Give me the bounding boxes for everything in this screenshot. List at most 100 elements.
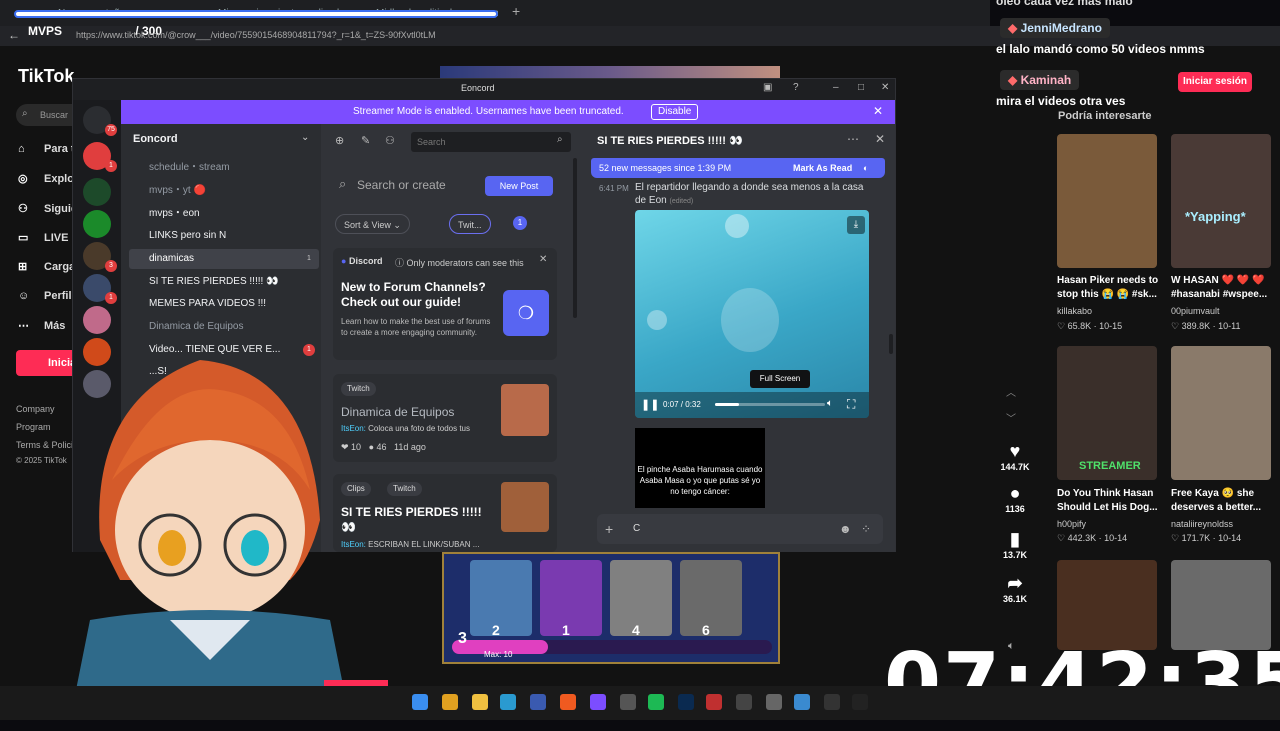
scrollbar[interactable] xyxy=(573,158,577,318)
suggestion-title[interactable]: Free Kaya 🥺 she deserves a better... xyxy=(1171,487,1275,515)
suggestion-author[interactable]: h00pify xyxy=(1057,519,1086,529)
video-attachment[interactable]: El pinche Asaba Harumasa cuando Asaba Ma… xyxy=(635,428,765,508)
full-screen-tooltip: Full Screen xyxy=(750,370,810,388)
fullscreen-icon[interactable]: ⛶ xyxy=(847,397,855,412)
post-title[interactable]: SI TE RIES PIERDES !!!!! 👀 xyxy=(341,505,491,535)
scrollbar[interactable] xyxy=(889,334,893,354)
new-tab-icon[interactable]: + xyxy=(512,3,520,19)
channel-item[interactable]: LINKS pero sin N xyxy=(129,226,319,246)
url-text[interactable]: https://www.tiktok.com/@crow___/video/75… xyxy=(76,30,436,40)
video-progress-fill xyxy=(715,403,740,406)
server-icon[interactable] xyxy=(83,178,111,206)
forum-post-card[interactable]: Clips Twitch SI TE RIES PIERDES !!!!! 👀 … xyxy=(333,474,557,552)
suggestion-title[interactable]: Hasan Piker needs to stop this 😭 😭 #sk..… xyxy=(1057,274,1161,302)
apps-icon[interactable]: ⁘ xyxy=(861,514,871,544)
mark-as-read-button[interactable]: Mark As Read xyxy=(793,158,852,178)
channel-item[interactable]: SI TE RIES PIERDES !!!!! 👀 xyxy=(129,272,319,292)
suggestion-thumbnail[interactable] xyxy=(1171,346,1271,480)
guide-body: Learn how to make the best use of forums… xyxy=(341,317,491,337)
header-search-input[interactable]: Search xyxy=(411,132,571,152)
scroll-down-icon[interactable]: ﹀ xyxy=(1006,410,1016,425)
title-bar[interactable]: Eoncord ▣ ? – □ ✕ xyxy=(73,79,895,99)
nav-live[interactable]: ▭ LIVE xyxy=(18,231,68,244)
close-icon[interactable]: ✕ xyxy=(539,254,547,265)
file-explorer-icon[interactable] xyxy=(472,694,488,710)
close-icon[interactable]: ✕ xyxy=(873,104,883,118)
maximize-icon[interactable]: □ xyxy=(858,82,864,93)
tag-filter-twitch[interactable]: Twit... xyxy=(449,214,491,234)
pause-icon[interactable]: ❚❚ xyxy=(641,398,659,411)
forum-post-card[interactable]: Twitch Dinamica de Equipos ItsEon: Coloc… xyxy=(333,374,557,462)
scroll-up-icon[interactable]: ︿ xyxy=(1006,384,1016,399)
chevron-down-icon[interactable]: ⌄ xyxy=(301,132,309,143)
app-icon[interactable] xyxy=(794,694,810,710)
footer-program[interactable]: Program xyxy=(16,422,51,432)
bookmark-button[interactable]: ▮ 13.7K xyxy=(996,528,1034,560)
notifications-icon[interactable]: ✎ xyxy=(361,134,370,147)
channel-item[interactable]: mvps・eon xyxy=(129,204,319,224)
comment-button[interactable]: ● 1136 xyxy=(996,482,1034,514)
photoshop-icon[interactable] xyxy=(678,694,694,710)
nav-perfil[interactable]: ☺ Perfil xyxy=(18,290,72,302)
forum-search-input[interactable]: Search or create xyxy=(335,174,475,196)
brave-icon[interactable] xyxy=(560,694,576,710)
nav-cargar[interactable]: ⊞ Cargar xyxy=(18,260,79,273)
emoji-icon[interactable]: ☻ xyxy=(839,514,852,544)
post-thumbnail xyxy=(501,482,549,532)
tiktok-logo[interactable]: TikTok xyxy=(18,66,74,87)
suggestion-author[interactable]: killakabo xyxy=(1057,306,1092,316)
epic-games-icon[interactable] xyxy=(852,694,868,710)
sort-view-dropdown[interactable]: Sort & View ⌄ xyxy=(335,214,410,234)
new-post-button[interactable]: New Post xyxy=(485,176,553,196)
guide-title[interactable]: New to Forum Channels? Check out our gui… xyxy=(341,280,491,310)
download-icon[interactable]: ⤓ xyxy=(847,216,865,234)
windows-start-icon[interactable] xyxy=(412,694,428,710)
nav-para-ti[interactable]: ⌂ Para ti xyxy=(18,143,78,155)
message-input[interactable]: + C ☻ ⁘ xyxy=(597,514,883,544)
channel-item[interactable]: MEMES PARA VIDEOS !!! xyxy=(129,294,319,314)
copilot-icon[interactable] xyxy=(442,694,458,710)
app-icon[interactable] xyxy=(824,694,840,710)
volume-icon[interactable]: 🔈︎ xyxy=(827,398,833,409)
add-attachment-icon[interactable]: + xyxy=(605,514,613,544)
server-icon[interactable] xyxy=(83,210,111,238)
like-button[interactable]: ♥ 144.7K xyxy=(996,440,1034,472)
store-icon[interactable] xyxy=(530,694,546,710)
app-icon[interactable] xyxy=(706,694,722,710)
new-messages-bar[interactable]: 52 new messages since 1:39 PM Mark As Re… xyxy=(591,158,885,178)
edge-icon[interactable] xyxy=(500,694,516,710)
app-icon[interactable] xyxy=(736,694,752,710)
suggestion-thumbnail[interactable]: STREAMER xyxy=(1057,346,1157,480)
share-button[interactable]: ➦ 36.1K xyxy=(996,572,1034,604)
close-thread-icon[interactable]: ✕ xyxy=(875,132,885,146)
threads-icon[interactable]: ⊕ xyxy=(335,134,344,147)
suggestion-author[interactable]: nataliireynoldss xyxy=(1171,519,1233,529)
channel-item[interactable]: schedule・stream xyxy=(129,158,319,178)
more-options-icon[interactable]: ⋯ xyxy=(847,132,859,146)
suggestion-thumbnail[interactable] xyxy=(1057,134,1157,268)
suggestion-thumbnail[interactable]: *Yapping* xyxy=(1171,134,1271,268)
suggestion-author[interactable]: 00piumvault xyxy=(1171,306,1220,316)
app-icon[interactable] xyxy=(766,694,782,710)
progress-overlay-bar xyxy=(14,10,498,18)
close-icon[interactable]: ✕ xyxy=(881,82,889,93)
video-scrubber[interactable] xyxy=(715,403,825,406)
minimize-icon[interactable]: – xyxy=(833,82,839,93)
footer-company[interactable]: Company xyxy=(16,404,55,414)
help-icon[interactable]: ? xyxy=(793,82,799,93)
server-name[interactable]: Eoncord xyxy=(133,133,178,145)
channel-item[interactable]: mvps・yt 🔴 xyxy=(129,181,319,201)
game-card: 2 xyxy=(470,560,532,638)
members-icon[interactable]: ⚇ xyxy=(385,134,395,147)
disable-button[interactable]: Disable xyxy=(651,104,699,120)
inbox-icon[interactable]: ▣ xyxy=(763,82,772,93)
spotify-icon[interactable] xyxy=(648,694,664,710)
nav-mas[interactable]: ⋯ Más xyxy=(18,319,65,332)
suggestion-title[interactable]: W HASAN ❤️ ❤️ ❤️ #hasanabi #wspee... xyxy=(1171,274,1275,302)
back-icon[interactable]: ← xyxy=(8,28,20,42)
suggestion-title[interactable]: Do You Think Hasan Should Let His Dog... xyxy=(1057,487,1161,515)
discord-icon[interactable] xyxy=(590,694,606,710)
app-icon[interactable] xyxy=(620,694,636,710)
header-login-button[interactable]: Iniciar sesión xyxy=(1178,72,1252,92)
channel-item-active[interactable]: dinamicas 1 xyxy=(129,249,319,269)
